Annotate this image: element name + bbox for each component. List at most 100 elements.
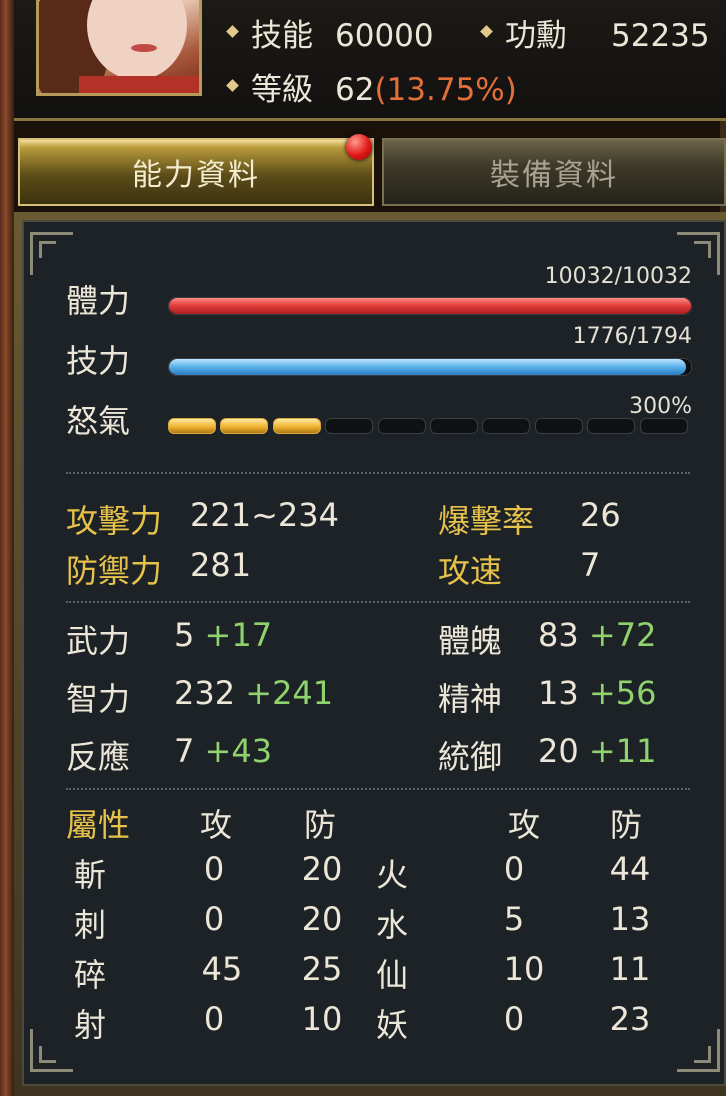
- mp-value: 1776/1794: [572, 324, 692, 349]
- level-value: 62: [335, 72, 375, 108]
- attr-value-spirit: 13 +56: [538, 674, 656, 712]
- element-table-title: 屬性: [66, 806, 131, 844]
- element-atk: 45: [201, 950, 243, 988]
- element-name: 碎: [73, 956, 106, 994]
- attr-base: 232: [174, 674, 236, 712]
- attr-label-intellect: 智力: [66, 680, 131, 718]
- element-atk: 0: [503, 1000, 525, 1038]
- element-def: 11: [609, 950, 651, 988]
- crit-label: 爆擊率: [438, 502, 535, 540]
- left-frame-border: [0, 0, 14, 1096]
- rage-segment-empty: [482, 418, 531, 434]
- attr-value-physique: 83 +72: [538, 616, 656, 654]
- defense-label: 防禦力: [66, 552, 163, 590]
- merit-value: 52235: [611, 18, 710, 54]
- right-def-header: 防: [609, 806, 642, 844]
- element-name: 水: [375, 906, 408, 944]
- element-def: 20: [301, 900, 343, 938]
- element-def: 13: [609, 900, 651, 938]
- defense-value: 281: [190, 546, 252, 584]
- level-progress-percent: (13.75%): [374, 72, 517, 108]
- rage-segment-empty: [587, 418, 636, 434]
- attr-base: 13: [538, 674, 579, 712]
- attr-bonus: +72: [588, 616, 657, 654]
- element-atk: 0: [203, 1000, 225, 1038]
- mp-bar-fill: [169, 359, 686, 375]
- attr-base: 83: [538, 616, 579, 654]
- attr-value-command: 20 +11: [538, 732, 656, 770]
- mp-bar: [168, 358, 692, 376]
- attr-base: 7: [174, 732, 195, 770]
- rage-segment-filled: [168, 418, 216, 434]
- divider: [66, 472, 690, 474]
- divider: [66, 788, 690, 790]
- attr-bonus: +17: [204, 616, 273, 654]
- rage-segment-empty: [534, 418, 583, 434]
- tab-equipment-data[interactable]: 裝備資料: [382, 138, 726, 206]
- attr-value-reflex: 7 +43: [174, 732, 272, 770]
- skill-stat: 技能 60000: [226, 10, 434, 55]
- rage-segment-filled: [220, 418, 269, 434]
- hp-value: 10032/10032: [544, 264, 692, 289]
- hp-bar-fill: [169, 298, 691, 314]
- attr-label-command: 統御: [438, 738, 503, 776]
- attr-label-reflex: 反應: [66, 738, 131, 776]
- attr-base: 20: [538, 732, 579, 770]
- rage-label: 怒氣: [66, 402, 131, 440]
- element-atk: 5: [503, 900, 525, 938]
- diamond-bullet-icon: [226, 25, 239, 38]
- attr-value-intellect: 232 +241: [174, 674, 333, 712]
- level-stat: 等級 62(13.75%): [226, 64, 517, 109]
- rage-value: 300%: [629, 394, 692, 419]
- right-atk-header: 攻: [507, 806, 540, 844]
- skill-value: 60000: [335, 18, 434, 54]
- crit-value: 26: [580, 496, 621, 534]
- element-name: 刺: [73, 906, 106, 944]
- element-atk: 0: [203, 850, 225, 888]
- rage-segment-empty: [325, 418, 374, 434]
- element-name: 妖: [375, 1006, 408, 1044]
- element-def: 10: [301, 1000, 343, 1038]
- attr-bonus: +11: [588, 732, 657, 770]
- left-atk-header: 攻: [199, 806, 232, 844]
- merit-label: 功勳: [505, 18, 567, 54]
- element-atk: 0: [503, 850, 525, 888]
- element-atk: 10: [503, 950, 545, 988]
- corner-ornament: [677, 1029, 720, 1072]
- element-def: 25: [301, 950, 343, 988]
- attr-label-strength: 武力: [66, 622, 131, 660]
- speed-label: 攻速: [438, 552, 503, 590]
- divider: [66, 601, 690, 603]
- character-header: 技能 60000 功勳 52235 等級 62(13.75%): [14, 0, 726, 121]
- attr-label-physique: 體魄: [438, 622, 503, 660]
- rage-segment-empty: [639, 418, 688, 434]
- character-portrait[interactable]: [36, 0, 202, 96]
- element-def: 23: [609, 1000, 651, 1038]
- attr-value-strength: 5 +17: [174, 616, 272, 654]
- attr-label-spirit: 精神: [438, 680, 503, 718]
- rage-segment-filled: [272, 418, 321, 434]
- attr-base: 5: [174, 616, 195, 654]
- tab-ability-data[interactable]: 能力資料: [18, 138, 374, 206]
- attack-value: 221~234: [190, 496, 339, 534]
- rage-segment-empty: [430, 418, 478, 434]
- element-name: 火: [375, 856, 408, 894]
- attack-label: 攻擊力: [66, 502, 163, 540]
- element-name: 射: [73, 1006, 106, 1044]
- element-name: 仙: [375, 956, 408, 994]
- merit-stat: 功勳 52235: [480, 10, 710, 55]
- speed-value: 7: [580, 546, 601, 584]
- element-def: 44: [609, 850, 651, 888]
- left-def-header: 防: [303, 806, 336, 844]
- level-label: 等級: [251, 72, 313, 108]
- hp-label: 體力: [66, 282, 131, 320]
- diamond-bullet-icon: [226, 79, 239, 92]
- attr-bonus: +56: [588, 674, 657, 712]
- element-def: 20: [301, 850, 343, 888]
- mp-label: 技力: [66, 342, 131, 380]
- attr-bonus: +43: [204, 732, 273, 770]
- element-atk: 0: [203, 900, 225, 938]
- element-name: 斬: [73, 856, 106, 894]
- skill-label: 技能: [251, 18, 313, 54]
- diamond-bullet-icon: [480, 25, 493, 38]
